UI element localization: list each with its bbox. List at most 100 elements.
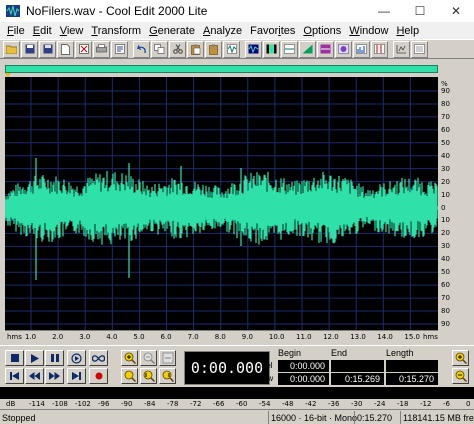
status-duration: 0:15.270 xyxy=(354,411,400,424)
zoom-selection-button[interactable] xyxy=(121,368,138,384)
level-meter-label: -30 xyxy=(351,400,363,408)
menu-favorites[interactable]: Favorites xyxy=(246,25,299,37)
level-meter-label: 0 xyxy=(466,400,471,408)
markers-icon[interactable] xyxy=(371,40,388,58)
zoom-left-button[interactable] xyxy=(140,368,157,384)
rewind-icon xyxy=(29,372,40,380)
time-ruler-label: 1.0 xyxy=(25,333,37,341)
menu-analyze[interactable]: Analyze xyxy=(199,25,246,37)
amplify-icon[interactable] xyxy=(299,40,316,58)
undo-icon[interactable] xyxy=(133,40,150,58)
minimize-button[interactable]: — xyxy=(366,0,402,22)
amplitude-scale-label: 10 xyxy=(441,216,450,225)
paste-new-icon[interactable] xyxy=(205,40,222,58)
zoom-full-icon xyxy=(162,352,173,364)
zoom-right-button[interactable] xyxy=(159,368,176,384)
level-meter-label: dB xyxy=(6,400,16,408)
view-length-field[interactable]: 0:15.270 xyxy=(386,373,438,385)
menu-window[interactable]: Window xyxy=(345,25,392,37)
save-icon[interactable] xyxy=(21,40,38,58)
open-folder-icon[interactable] xyxy=(3,40,20,58)
view-end-field[interactable]: 0:15.269 xyxy=(331,373,384,385)
select-all-icon[interactable] xyxy=(245,40,262,58)
menu-edit[interactable]: Edit xyxy=(29,25,56,37)
go-to-end-button[interactable] xyxy=(67,368,86,384)
frequency-icon[interactable] xyxy=(393,40,410,58)
stop-button[interactable] xyxy=(5,350,24,366)
trim-icon[interactable] xyxy=(263,40,280,58)
new-file-icon[interactable] xyxy=(57,40,74,58)
stop-icon xyxy=(10,354,19,362)
zoom-in-button[interactable] xyxy=(121,350,138,366)
toolbar xyxy=(0,39,474,59)
play-to-end-button[interactable] xyxy=(67,350,86,366)
menu-view[interactable]: View xyxy=(56,25,88,37)
status-state: Stopped xyxy=(2,412,36,423)
amplitude-scale-label: 50 xyxy=(441,268,450,277)
status-format: 16000 · 16-bit · Mono xyxy=(268,411,357,424)
pause-button[interactable] xyxy=(45,350,64,366)
cut-icon[interactable] xyxy=(169,40,186,58)
copy-icon[interactable] xyxy=(151,40,168,58)
menu-options[interactable]: Options xyxy=(299,25,345,37)
amplitude-scale-label: 30 xyxy=(441,164,450,173)
save-as-icon[interactable] xyxy=(39,40,56,58)
time-ruler-label: 5.0 xyxy=(133,333,145,341)
zoom-full-button[interactable] xyxy=(159,350,176,366)
view-row-label: View xyxy=(256,374,274,383)
end-header: End xyxy=(331,348,348,358)
zoom-out-button[interactable] xyxy=(140,350,157,366)
amplitude-scale-label: 70 xyxy=(441,294,450,303)
sel-begin-field[interactable]: 0:00.000 xyxy=(278,360,329,372)
menu-generate[interactable]: Generate xyxy=(145,25,199,37)
effects-icon[interactable] xyxy=(335,40,352,58)
sel-end-field[interactable] xyxy=(331,360,384,372)
properties-icon[interactable] xyxy=(111,40,128,58)
amplitude-scale-label: 40 xyxy=(441,151,450,160)
zoom-in-vertical-button[interactable] xyxy=(452,350,469,366)
menu-help[interactable]: Help xyxy=(392,25,423,37)
fast-forward-icon xyxy=(49,372,60,380)
level-meter-label: -12 xyxy=(420,400,432,408)
amplitude-scale-label: 60 xyxy=(441,125,450,134)
close-file-icon[interactable] xyxy=(75,40,92,58)
amplitude-scale-label: 90 xyxy=(441,320,450,328)
menu-transform[interactable]: Transform xyxy=(87,25,145,37)
app-icon xyxy=(6,5,20,17)
level-meter-label: -6 xyxy=(443,400,450,408)
title-bar: NoFilers.wav - Cool Edit 2000 Lite — ☐ ✕ xyxy=(0,0,474,22)
level-meter-label: -54 xyxy=(259,400,271,408)
zoom-out-vertical-button[interactable] xyxy=(452,368,469,384)
mix-paste-icon[interactable] xyxy=(223,40,240,58)
noise-reduction-icon[interactable] xyxy=(317,40,334,58)
menu-bar: File Edit View Transform Generate Analyz… xyxy=(0,22,474,39)
record-button[interactable] xyxy=(89,368,108,384)
waveform-canvas[interactable] xyxy=(5,77,438,330)
delete-silence-icon[interactable] xyxy=(281,40,298,58)
fast-forward-button[interactable] xyxy=(45,368,64,384)
view-begin-field[interactable]: 0:00.000 xyxy=(278,373,329,385)
time-ruler[interactable]: hms hms 1.0 2.0 3.0 4.0 5.0 6.0 7.0 8.0 9.0 10.0 1… xyxy=(5,330,438,344)
waveform-frame: % 90 80 70 60 50 40 30 20 10 0 10 20 30 40 50 60 70 80 90 … xyxy=(0,59,474,345)
close-button[interactable]: ✕ xyxy=(438,0,474,22)
paste-icon[interactable] xyxy=(187,40,204,58)
print-icon[interactable] xyxy=(93,40,110,58)
overview-bar[interactable] xyxy=(5,65,438,73)
window-title: NoFilers.wav - Cool Edit 2000 Lite xyxy=(26,4,208,18)
time-ruler-label: 15.0 xyxy=(404,333,420,341)
play-button[interactable] xyxy=(25,350,44,366)
sel-length-field[interactable] xyxy=(386,360,438,372)
time-ruler-label: 11.0 xyxy=(296,333,312,341)
loop-button[interactable] xyxy=(89,350,108,366)
menu-file[interactable]: File xyxy=(3,25,29,37)
maximize-button[interactable]: ☐ xyxy=(402,0,438,22)
amplitude-scale-label: 10 xyxy=(441,190,450,199)
go-to-start-button[interactable] xyxy=(5,368,24,384)
rewind-button[interactable] xyxy=(25,368,44,384)
spectrum-icon[interactable] xyxy=(353,40,370,58)
time-ruler-label: 6.0 xyxy=(160,333,172,341)
statistics-icon[interactable] xyxy=(411,40,428,58)
waveform-display[interactable] xyxy=(5,77,438,330)
level-meter-label: -18 xyxy=(397,400,409,408)
loop-icon xyxy=(92,354,105,362)
